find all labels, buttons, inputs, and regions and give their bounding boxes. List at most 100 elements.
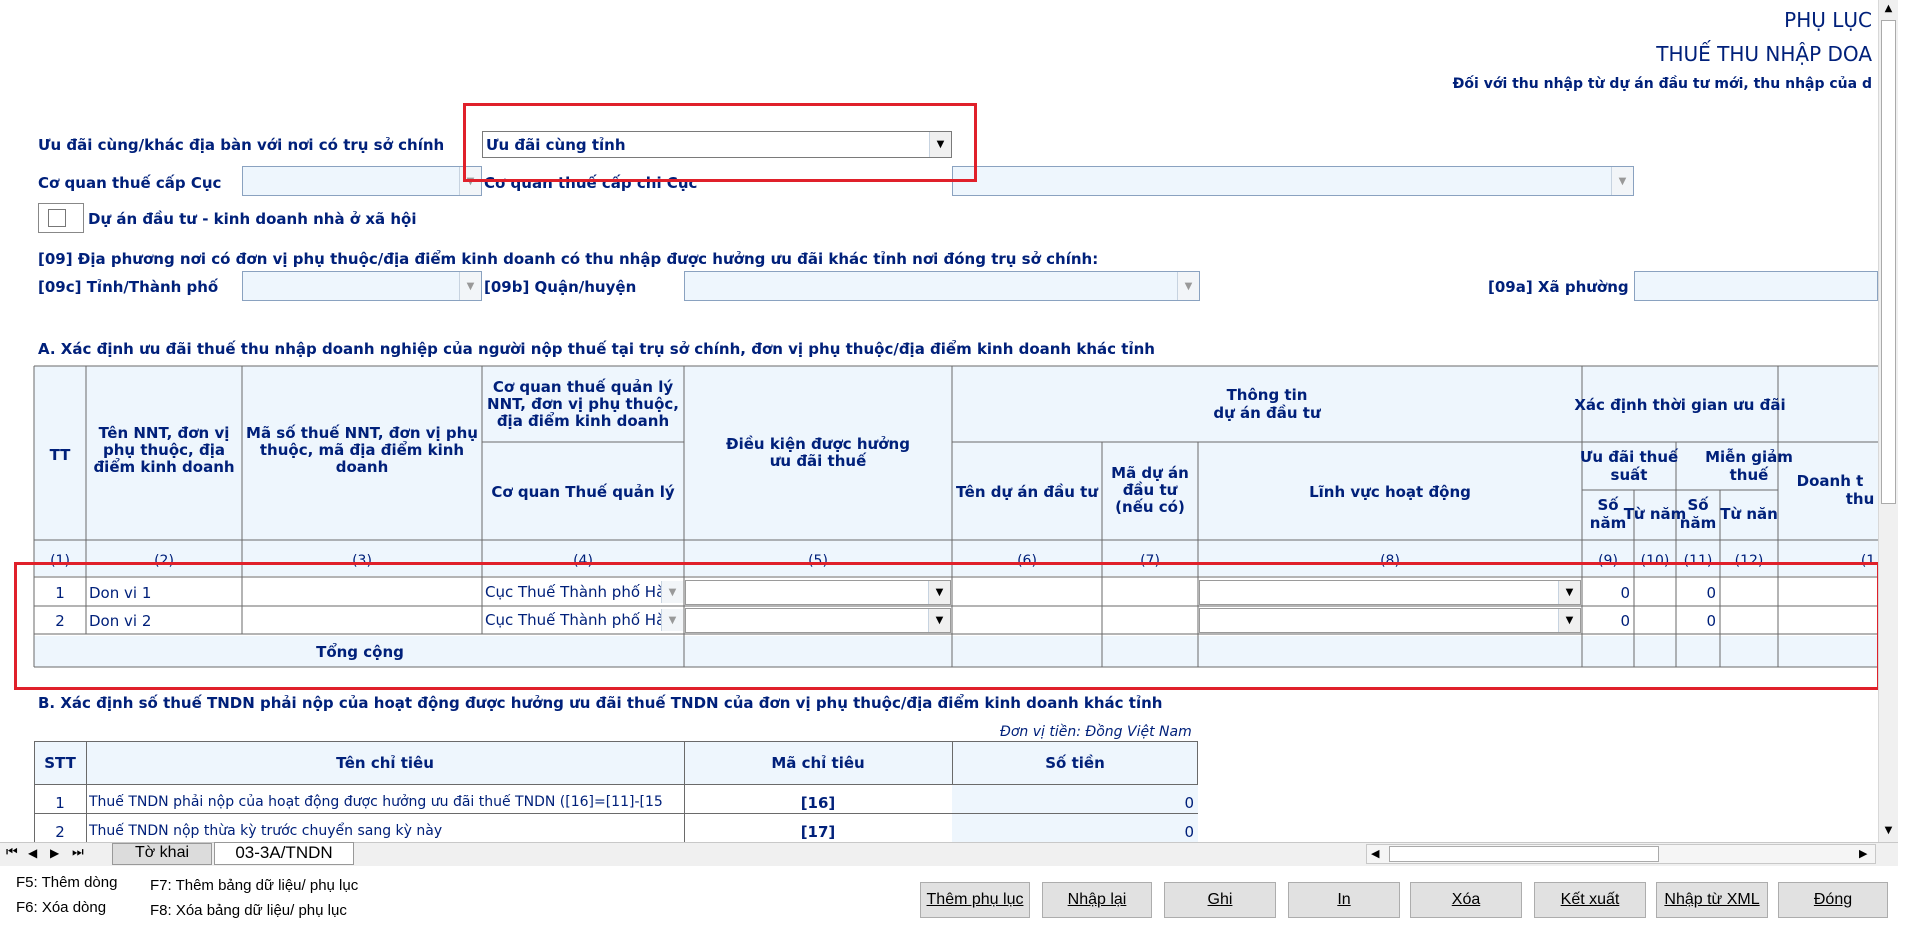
- hint-f6: F6: Xóa dòng: [16, 899, 107, 916]
- h-ten-3: điểm kinh doanh: [93, 457, 234, 476]
- chevron-down-icon[interactable]: ▼: [1558, 581, 1580, 604]
- scroll-right-icon[interactable]: ▶: [1859, 847, 1867, 860]
- nhap-xml-label: Nhập từ XML: [1664, 891, 1760, 908]
- col-num-5: (5): [808, 553, 828, 569]
- b-row2-sotien[interactable]: 0: [952, 823, 1194, 841]
- hint-f5: F5: Thêm dòng: [16, 874, 118, 891]
- chevron-down-icon[interactable]: ▼: [661, 609, 683, 631]
- nhap-lai-label: Nhập lại: [1067, 891, 1127, 908]
- chevron-down-icon[interactable]: ▼: [661, 581, 683, 603]
- scroll-left-icon[interactable]: ◀: [1371, 847, 1379, 860]
- col-num-2: (2): [154, 553, 174, 569]
- col-num-9: (9): [1598, 553, 1618, 569]
- row1-cq-select[interactable]: Cục Thuế Thành phố Hà ▼: [483, 579, 683, 605]
- chevron-down-icon[interactable]: ▼: [928, 581, 950, 604]
- nhap-lai-button[interactable]: Nhập lại: [1042, 882, 1152, 918]
- h-mg-1: Miễn giảm: [1705, 448, 1793, 466]
- col-num-1: (1): [50, 553, 70, 569]
- h-cq-2: NNT, đơn vị phụ thuộc,: [487, 395, 679, 413]
- h-tunam-10: Từ năm: [1624, 505, 1687, 523]
- chevron-down-icon[interactable]: ▼: [928, 609, 950, 632]
- h-udts-2: suất: [1611, 466, 1648, 484]
- h-dt-2: thu: [1846, 490, 1875, 508]
- chevron-down-icon[interactable]: ▼: [1558, 609, 1580, 632]
- h-dt-1: Doanh t: [1797, 472, 1864, 490]
- row2-ten: Don vi 2: [89, 612, 151, 630]
- b-row1-sotien[interactable]: 0: [952, 794, 1194, 812]
- h-sonam-11b: năm: [1680, 514, 1716, 532]
- dong-button[interactable]: Đóng: [1778, 882, 1888, 918]
- row1-dk-select[interactable]: ▼: [685, 580, 951, 605]
- col-num-7: (7): [1140, 553, 1160, 569]
- b-h-ten: Tên chỉ tiêu: [336, 754, 434, 772]
- h-tt: TT: [50, 446, 72, 464]
- b-h-stt: STT: [44, 754, 76, 772]
- tab-03-3a-label: 03-3A/TNDN: [235, 843, 333, 862]
- h-tt-1: Thông tin: [1227, 386, 1308, 404]
- horizontal-scrollbar[interactable]: ◀ ▶: [1366, 844, 1876, 864]
- first-sheet-icon[interactable]: ⏮: [6, 845, 18, 860]
- nhap-xml-button[interactable]: Nhập từ XML: [1656, 882, 1768, 918]
- them-phu-luc-label: Thêm phụ lục: [926, 891, 1024, 908]
- in-button[interactable]: In: [1288, 882, 1400, 918]
- them-phu-luc-button[interactable]: Thêm phụ lục: [920, 882, 1030, 918]
- b-row2-stt: 2: [55, 823, 65, 841]
- unit-label: Đơn vị tiền: Đồng Việt Nam: [1000, 724, 1192, 740]
- row1-tt: 1: [55, 584, 65, 602]
- section-b-title: B. Xác định số thuế TNDN phải nộp của ho…: [38, 694, 1163, 712]
- hscroll-thumb[interactable]: [1389, 846, 1659, 862]
- dong-label: Đóng: [1813, 891, 1853, 908]
- h-cqql: Cơ quan Thuế quản lý: [491, 482, 675, 501]
- h-tunam-12: Từ năn: [1720, 505, 1778, 523]
- next-sheet-icon[interactable]: ▶: [50, 846, 59, 860]
- h-xdtg: Xác định thời gian ưu đãi: [1574, 396, 1785, 414]
- hint-f8: F8: Xóa bảng dữ liệu/ phụ lục: [150, 902, 347, 919]
- h-mada-1: Mã dự án: [1111, 464, 1189, 482]
- ghi-button[interactable]: Ghi: [1164, 882, 1276, 918]
- h-mst-2: thuộc, mã địa điểm kinh: [260, 440, 464, 459]
- h-linhvuc: Lĩnh vực hoạt động: [1309, 483, 1471, 501]
- scroll-thumb[interactable]: [1881, 20, 1896, 504]
- col-num-13: (1: [1861, 553, 1875, 569]
- tab-03-3a[interactable]: 03-3A/TNDN: [214, 842, 354, 865]
- row2-sonam-9: 0: [1620, 612, 1630, 630]
- h-ten-2: phụ thuộc, địa: [103, 441, 225, 459]
- last-sheet-icon[interactable]: ⏭: [72, 845, 84, 860]
- h-mada-2: đầu tư: [1123, 481, 1178, 499]
- h-mg-2: thuế: [1730, 465, 1770, 484]
- row1-linhvuc-select[interactable]: ▼: [1199, 580, 1581, 605]
- ket-xuat-label: Kết xuất: [1560, 891, 1620, 908]
- row2-cq-select[interactable]: Cục Thuế Thành phố Hà ▼: [483, 607, 683, 633]
- prev-sheet-icon[interactable]: ◀: [28, 846, 37, 860]
- col-num-11: (11): [1684, 553, 1713, 569]
- row2-tt: 2: [55, 612, 65, 630]
- sheet-tab-bar: ⏮ ◀ ▶ ⏭ Tờ khai 03-3A/TNDN ◀ ▶: [0, 842, 1898, 866]
- h-dk-1: Điều kiện được hưởng: [726, 434, 910, 453]
- b-row2-ten: Thuế TNDN nộp thừa kỳ trước chuyển sang …: [89, 823, 443, 839]
- scroll-down-icon[interactable]: ▼: [1879, 822, 1898, 840]
- b-row1-ma: [16]: [800, 794, 836, 812]
- ket-xuat-button[interactable]: Kết xuất: [1534, 882, 1646, 918]
- b-row1-stt: 1: [55, 794, 65, 812]
- col-num-4: (4): [573, 553, 593, 569]
- b-h-sotien: Số tiền: [1045, 754, 1105, 772]
- row2-sonam-11: 0: [1706, 612, 1716, 630]
- h-udts-1: Ưu đãi thuế: [1580, 447, 1679, 466]
- h-sonam-9a: Số: [1597, 495, 1619, 514]
- h-cq-3: địa điểm kinh doanh: [497, 411, 669, 430]
- tab-to-khai[interactable]: Tờ khai: [112, 843, 212, 865]
- ghi-label: Ghi: [1207, 891, 1233, 908]
- h-mst-1: Mã số thuế NNT, đơn vị phụ: [246, 423, 478, 442]
- total-label: Tổng cộng: [316, 642, 404, 661]
- row2-dk-select[interactable]: ▼: [685, 608, 951, 633]
- xoa-button[interactable]: Xóa: [1410, 882, 1522, 918]
- vertical-scrollbar[interactable]: ▲ ▼: [1878, 0, 1898, 842]
- hint-f7: F7: Thêm bảng dữ liệu/ phụ lục: [150, 877, 359, 894]
- h-mada-3: (nếu có): [1115, 497, 1185, 516]
- scroll-up-icon[interactable]: ▲: [1879, 0, 1898, 18]
- h-sonam-9b: năm: [1590, 514, 1626, 532]
- row2-linhvuc-select[interactable]: ▼: [1199, 608, 1581, 633]
- section-a-table: TT Tên NNT, đơn vị phụ thuộc, địa điểm k…: [33, 365, 1878, 668]
- col-num-3: (3): [352, 553, 372, 569]
- h-mst-3: doanh: [336, 458, 389, 476]
